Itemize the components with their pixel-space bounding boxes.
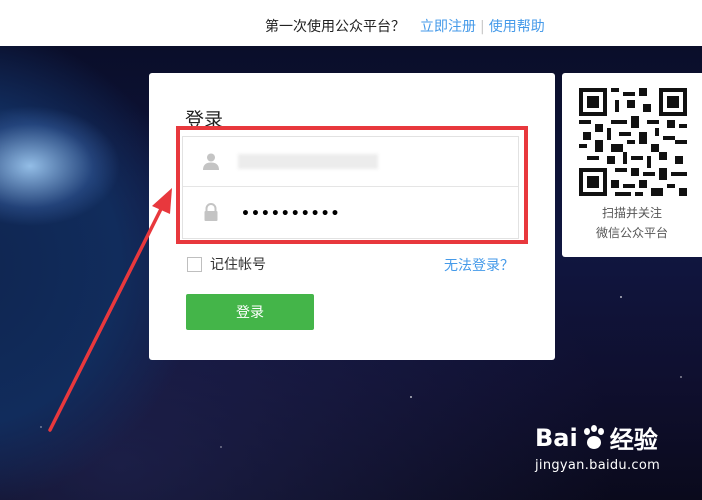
- watermark-url: jingyan.baidu.com: [535, 458, 661, 473]
- first-time-question: 第一次使用公众平台？: [265, 19, 405, 35]
- qr-label-line2: 微信公众平台: [595, 226, 668, 240]
- paw-icon: [581, 424, 607, 451]
- qr-code-icon: [579, 88, 687, 196]
- highlight-box: [176, 126, 528, 244]
- watermark-brand-left: Bai: [535, 423, 578, 452]
- login-button[interactable]: 登录: [186, 294, 314, 330]
- remember-account[interactable]: 记住帐号: [187, 255, 266, 273]
- top-bar: 第一次使用公众平台？ 立即注册 | 使用帮助: [0, 0, 702, 46]
- remember-checkbox[interactable]: [187, 256, 202, 272]
- qr-card: 扫描并关注 微信公众平台: [562, 73, 702, 257]
- topbar-links: 立即注册 | 使用帮助: [420, 16, 545, 36]
- register-link[interactable]: 立即注册: [420, 19, 476, 35]
- qr-label-line1: 扫描并关注: [601, 206, 662, 220]
- remember-label: 记住帐号: [210, 257, 266, 273]
- link-separator: |: [480, 19, 485, 35]
- baidu-jingyan-watermark: Bai 经验 jingyan.baidu.com: [535, 420, 661, 474]
- login-card: 登录 •••••••••• 记住帐号 无法登录？ 登录: [149, 73, 555, 360]
- help-link[interactable]: 使用帮助: [489, 19, 545, 35]
- baidu-logo: Bai 经验: [535, 420, 660, 455]
- cant-login-link[interactable]: 无法登录？: [444, 255, 514, 275]
- watermark-brand-right: 经验: [609, 426, 658, 454]
